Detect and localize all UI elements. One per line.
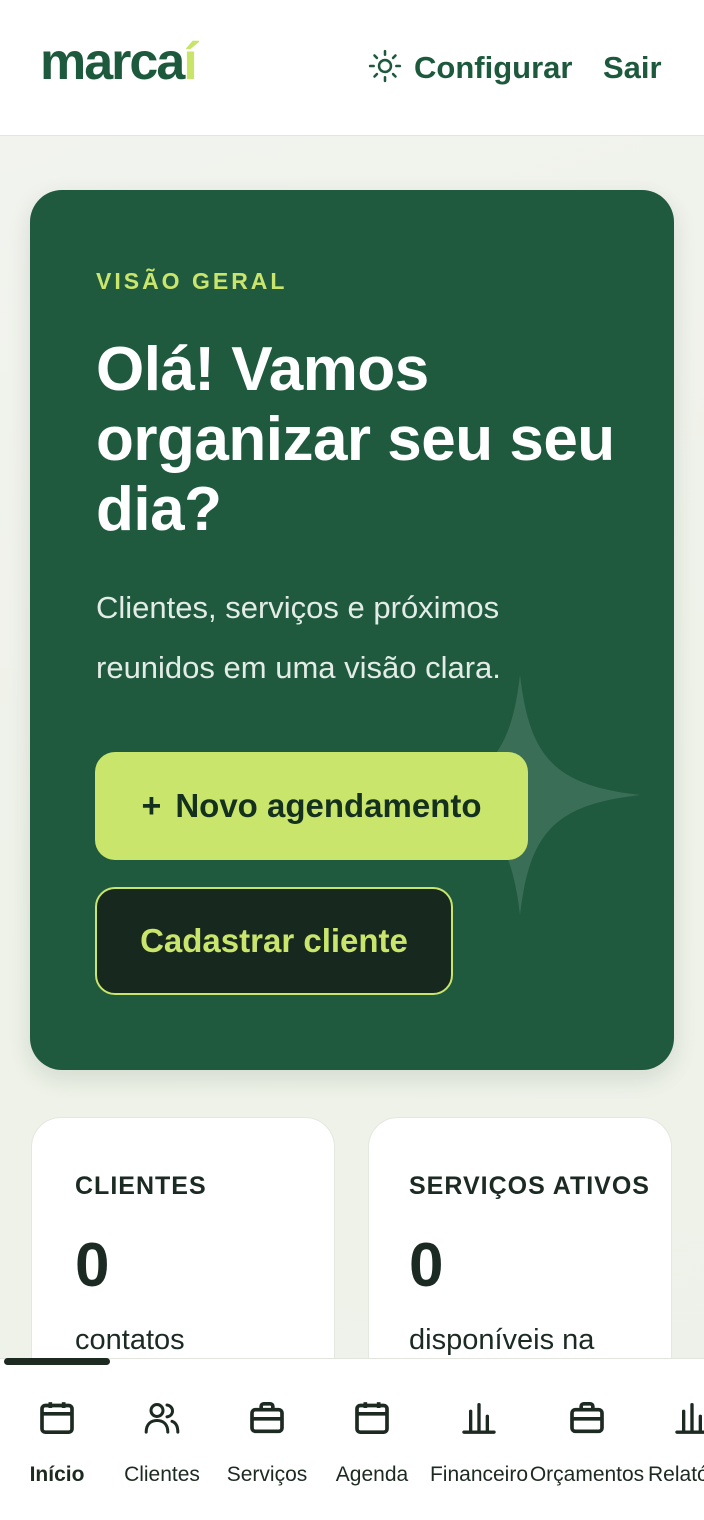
nav-label: Orçamentos xyxy=(529,1463,645,1486)
bar-chart-icon xyxy=(672,1398,704,1443)
nav-label: Financeiro xyxy=(429,1463,529,1486)
logo-text: marca xyxy=(40,33,185,91)
nav-item-agenda[interactable]: Agenda xyxy=(334,1398,410,1488)
overview-hero-card: VISÃO GERAL Olá! Vamos organizar seu seu… xyxy=(30,190,674,1070)
brand-logo[interactable]: marcaí xyxy=(40,33,198,91)
nav-label: Serviços xyxy=(226,1463,308,1486)
stat-value: 0 xyxy=(75,1231,110,1300)
stat-value: 0 xyxy=(409,1231,444,1300)
nav-item-clientes[interactable]: Clientes xyxy=(122,1398,202,1488)
nav-item-relatorios[interactable]: Relató xyxy=(648,1398,704,1488)
logo-accent: í xyxy=(183,33,198,91)
configure-label: Configurar xyxy=(414,50,573,85)
new-appointment-label: Novo agendamento xyxy=(175,787,482,824)
bar-chart-icon xyxy=(459,1398,499,1443)
users-icon xyxy=(142,1398,182,1443)
top-header: marcaí Configurar Sair xyxy=(0,0,704,136)
nav-label: Relató xyxy=(648,1463,704,1486)
nav-label: Clientes xyxy=(124,1463,200,1486)
briefcase-icon xyxy=(567,1398,607,1443)
stat-title: SERVIÇOS ATIVOS xyxy=(409,1172,650,1200)
nav-label: Agenda xyxy=(335,1463,409,1486)
calendar-icon xyxy=(352,1398,392,1443)
app-screen: marcaí Configurar Sair VISÃO GERAL Olá! … xyxy=(0,0,704,1520)
calendar-icon xyxy=(37,1398,77,1443)
section-eyebrow: VISÃO GERAL xyxy=(96,268,288,294)
logout-button[interactable]: Sair xyxy=(603,48,662,88)
plus-icon: + xyxy=(141,786,162,825)
stat-description: contatos xyxy=(75,1324,185,1356)
stat-title: CLIENTES xyxy=(75,1172,207,1200)
hero-title: Olá! Vamos organizar seu seu dia? xyxy=(96,335,615,544)
briefcase-icon xyxy=(247,1398,287,1443)
hero-subtitle: Clientes, serviços e próximos reunidos e… xyxy=(96,590,501,685)
nav-item-financeiro[interactable]: Financeiro xyxy=(430,1398,528,1488)
nav-item-servicos[interactable]: Serviços xyxy=(225,1398,309,1488)
nav-item-inicio[interactable]: Início xyxy=(30,1398,84,1488)
register-client-button[interactable]: Cadastrar cliente xyxy=(95,887,453,995)
nav-item-orcamentos[interactable]: Orçamentos xyxy=(530,1398,644,1488)
sun-icon xyxy=(368,49,402,88)
nav-scroll-indicator[interactable] xyxy=(4,1358,110,1365)
stat-description: disponíveis na xyxy=(409,1324,595,1356)
configure-button[interactable]: Configurar xyxy=(368,48,572,88)
new-appointment-button[interactable]: + Novo agendamento xyxy=(95,752,528,860)
nav-label: Início xyxy=(29,1463,85,1486)
